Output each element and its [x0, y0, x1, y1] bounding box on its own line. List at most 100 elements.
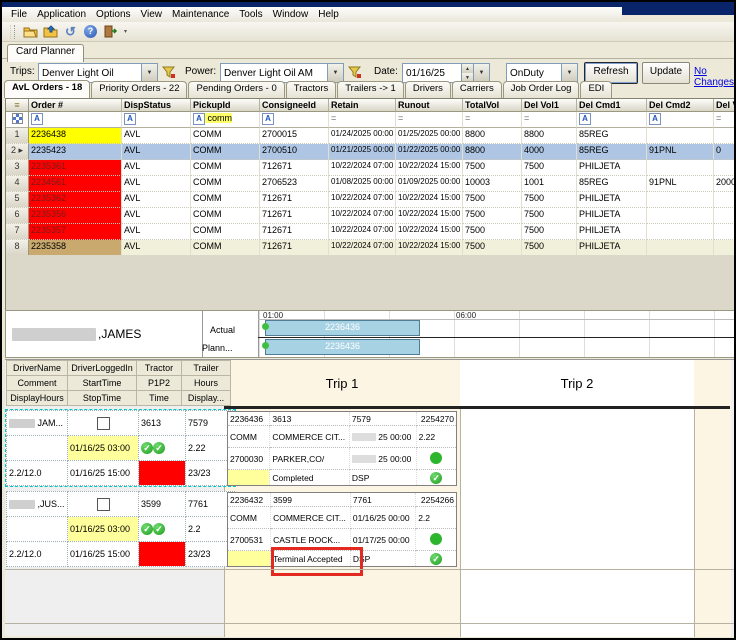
grid-cell[interactable] — [647, 192, 714, 208]
row-header[interactable]: 7 — [6, 224, 29, 240]
grid-cell[interactable]: AVL — [122, 160, 191, 176]
grid-cell[interactable]: 8800 — [463, 144, 522, 160]
grid-cell[interactable]: 85REG — [577, 128, 647, 144]
grid-cell[interactable]: 10/22/2024 15:00 — [396, 160, 463, 176]
grid-cell[interactable]: 10/22/2024 15:00 — [396, 192, 463, 208]
trip-tractor[interactable]: 3599 — [271, 493, 351, 507]
duty-dropdown-icon[interactable]: ▼ — [561, 64, 577, 82]
grid-cell[interactable]: 10/22/2024 15:00 — [396, 208, 463, 224]
grid-cell[interactable] — [714, 208, 736, 224]
grid-corner-filter-icon[interactable]: ≡ — [6, 99, 29, 112]
grid-cell[interactable]: 2235356 — [29, 208, 122, 224]
grid-cell[interactable] — [714, 160, 736, 176]
duty-select[interactable]: OnDuty▼ — [506, 63, 578, 83]
filter-cell-retain[interactable]: = — [329, 112, 396, 128]
tab-trailers-1[interactable]: Trailers -> 1 — [337, 81, 404, 98]
trip-card-id[interactable]: 2254270 — [416, 412, 456, 426]
menu-item-help[interactable]: Help — [313, 8, 344, 21]
grid-row[interactable]: 72235357AVLCOMM71267110/22/2024 07:0010/… — [6, 224, 734, 240]
grid-cell[interactable]: 8800 — [522, 128, 577, 144]
open-folder-icon[interactable] — [22, 24, 39, 40]
grid-row[interactable]: 52235362AVLCOMM71267110/22/2024 07:0010/… — [6, 192, 734, 208]
power-filter-icon[interactable] — [348, 65, 362, 79]
trip-flag-cell[interactable] — [228, 551, 271, 567]
row-header[interactable]: 8 — [6, 240, 29, 256]
tab-avl-orders-18[interactable]: AvL Orders - 18 — [4, 80, 90, 98]
grid-cell[interactable]: 10/22/2024 15:00 — [396, 240, 463, 256]
tab-tractors[interactable]: Tractors — [286, 81, 336, 98]
tab-edi[interactable]: EDI — [580, 81, 612, 98]
grid-cell[interactable]: 2235358 — [29, 240, 122, 256]
trip-source[interactable]: DSP — [350, 551, 415, 567]
filter-cell-consigneeid[interactable]: A — [260, 112, 329, 128]
grid-row[interactable]: 2 ▸2235423AVLCOMM270051001/21/2025 00:00… — [6, 144, 734, 160]
trip-status[interactable]: Completed — [270, 470, 350, 486]
grid-cell[interactable]: 01/08/2025 00:00 — [329, 176, 396, 192]
trip-origin[interactable]: COMMERCE CIT... — [270, 426, 350, 448]
trip-origin[interactable]: COMMERCE CIT... — [271, 507, 351, 529]
date-input[interactable]: 01/16/25 ▲▼ ▼ — [402, 63, 490, 83]
gantt-driver-name[interactable]: ,JAMES — [6, 311, 203, 357]
filter-cell-del-vol1[interactable]: = — [522, 112, 577, 128]
trip-status[interactable]: Terminal Accepted — [271, 551, 351, 567]
column-header-dispstatus[interactable]: DispStatus — [122, 99, 191, 112]
grid-cell[interactable]: 01/24/2025 00:00 — [329, 128, 396, 144]
grid-cell[interactable]: 10/22/2024 07:00 — [329, 192, 396, 208]
column-header-del-cmd1[interactable]: Del Cmd1 — [577, 99, 647, 112]
grid-cell[interactable]: 1001 — [522, 176, 577, 192]
grid-cell[interactable]: PHILJETA — [577, 224, 647, 240]
column-header-pickupid[interactable]: PickupId — [191, 99, 260, 112]
filter-cell-totalvol[interactable]: = — [463, 112, 522, 128]
row-header[interactable]: 5 — [6, 192, 29, 208]
trip-pickup[interactable]: COMM — [228, 507, 271, 529]
trip-card[interactable]: 2236432359977612254266COMMCOMMERCE CIT..… — [227, 492, 457, 567]
filter-cell-del-cmd1[interactable]: A — [577, 112, 647, 128]
trip-consignee[interactable]: 2700531 — [228, 529, 271, 551]
trip-trailer[interactable]: 7761 — [350, 493, 415, 507]
grid-cell[interactable]: 7500 — [463, 208, 522, 224]
filter-cell-runout[interactable]: = — [396, 112, 463, 128]
grid-cell[interactable]: COMM — [191, 224, 260, 240]
undo-arrow-icon[interactable]: ↺ — [62, 24, 79, 40]
tab-carriers[interactable]: Carriers — [452, 81, 502, 98]
grid-cell[interactable]: AVL — [122, 192, 191, 208]
grid-row[interactable]: 32235361AVLCOMM71267110/22/2024 07:0010/… — [6, 160, 734, 176]
trip-card-id[interactable]: 2254266 — [416, 493, 457, 507]
filter-cell-del-vol2[interactable]: = — [714, 112, 736, 128]
grid-cell[interactable]: 0 — [714, 144, 736, 160]
trip-consignee[interactable]: 2700030 — [228, 448, 270, 470]
grid-cell[interactable]: 712671 — [260, 240, 329, 256]
trip-status-check[interactable]: ✓ — [416, 470, 456, 486]
trip-destination[interactable]: CASTLE ROCK... — [271, 529, 351, 551]
grid-cell[interactable]: 712671 — [260, 208, 329, 224]
driver-loggedin-checkbox[interactable] — [68, 411, 139, 436]
grid-cell[interactable]: PHILJETA — [577, 240, 647, 256]
toolbar-overflow-icon[interactable]: ▾ — [124, 28, 127, 35]
checkbox-icon[interactable] — [97, 498, 110, 511]
trip-trailer[interactable]: 7579 — [349, 412, 416, 426]
menu-item-view[interactable]: View — [136, 8, 168, 21]
row-header[interactable]: 6 — [6, 208, 29, 224]
grid-cell[interactable]: COMM — [191, 192, 260, 208]
grid-cell[interactable]: COMM — [191, 128, 260, 144]
grid-cell[interactable]: 712671 — [260, 160, 329, 176]
trip-hours[interactable]: 2.22 — [416, 426, 456, 448]
grid-cell[interactable] — [647, 208, 714, 224]
checkbox-icon[interactable] — [97, 417, 110, 430]
grid-cell[interactable]: 2700510 — [260, 144, 329, 160]
filter-cell-del-cmd2[interactable]: A — [647, 112, 714, 128]
grid-cell[interactable]: 2235357 — [29, 224, 122, 240]
grid-row[interactable]: 62235356AVLCOMM71267110/22/2024 07:0010/… — [6, 208, 734, 224]
grid-cell[interactable]: AVL — [122, 208, 191, 224]
grid-cell[interactable]: 10/22/2024 07:00 — [329, 160, 396, 176]
grid-cell[interactable]: 7500 — [522, 160, 577, 176]
grid-cell[interactable]: 10/22/2024 07:00 — [329, 224, 396, 240]
save-folder-icon[interactable] — [42, 24, 59, 40]
grid-cell[interactable]: 01/22/2025 00:00 — [396, 144, 463, 160]
grid-cell[interactable] — [647, 160, 714, 176]
grid-cell[interactable]: COMM — [191, 160, 260, 176]
trip-retain[interactable]: 25 00:00 — [349, 426, 416, 448]
grid-cell[interactable]: 2236438 — [29, 128, 122, 144]
filter-corner-icon[interactable] — [6, 112, 29, 128]
menu-item-maintenance[interactable]: Maintenance — [167, 8, 234, 21]
